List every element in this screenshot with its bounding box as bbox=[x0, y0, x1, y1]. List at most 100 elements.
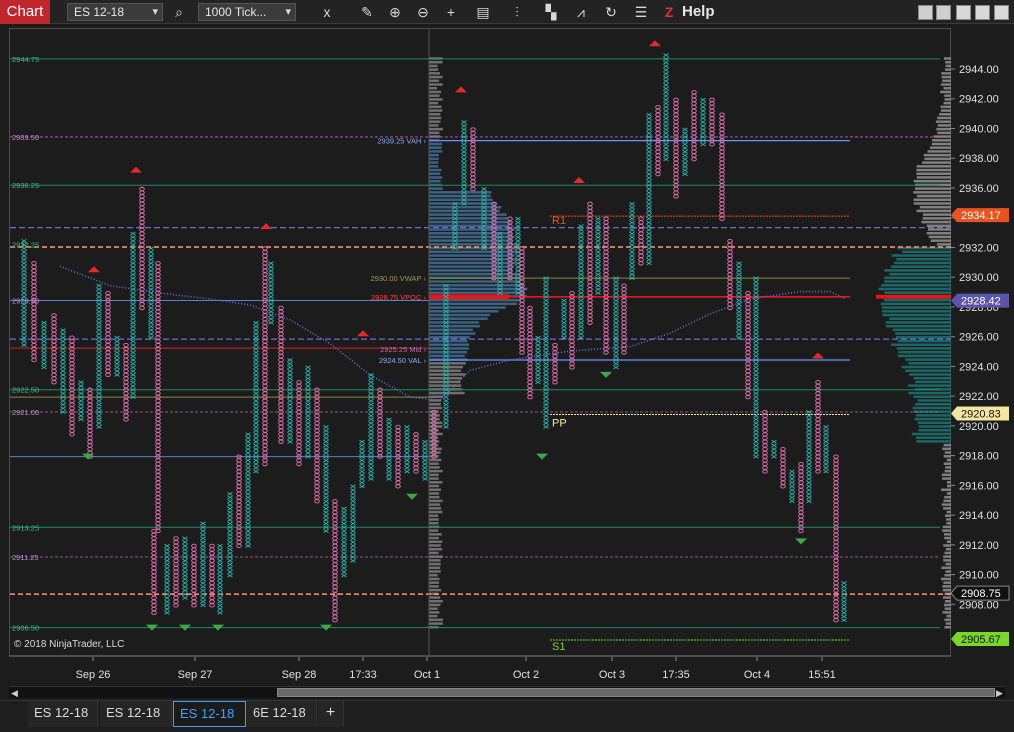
pf-x-mark bbox=[630, 269, 635, 272]
volume-bar bbox=[912, 433, 951, 436]
pf-x-mark bbox=[423, 470, 428, 473]
pf-x-mark bbox=[842, 619, 847, 622]
price-axis[interactable]: 2944.002942.002940.002938.002936.002934.… bbox=[951, 28, 1014, 656]
pf-x-mark bbox=[201, 548, 206, 551]
pf-x-mark bbox=[201, 559, 206, 562]
pf-o-mark bbox=[604, 329, 609, 332]
properties-icon[interactable]: x bbox=[316, 2, 338, 22]
pf-x-mark bbox=[97, 325, 102, 328]
instrument-selector[interactable]: ES 12-18 ▾ bbox=[67, 3, 163, 21]
maximize-icon[interactable] bbox=[975, 5, 990, 20]
tab-6e-12-18[interactable]: 6E 12-18 bbox=[247, 701, 317, 727]
volume-bar bbox=[429, 210, 500, 213]
pf-x-mark bbox=[149, 321, 154, 324]
scroll-thumb[interactable] bbox=[277, 688, 995, 697]
pf-x-mark bbox=[664, 83, 669, 86]
help-menu[interactable]: Help bbox=[682, 3, 715, 20]
pf-o-mark bbox=[588, 317, 593, 320]
pf-o-mark bbox=[720, 198, 725, 201]
pf-o-mark bbox=[124, 351, 129, 354]
scroll-left-icon[interactable]: ◀ bbox=[11, 688, 18, 699]
volume-bar bbox=[882, 314, 951, 317]
pf-x-mark bbox=[165, 596, 170, 599]
minimize-icon[interactable] bbox=[956, 5, 971, 20]
pf-o-mark bbox=[728, 239, 733, 242]
scroll-right-icon[interactable]: ▶ bbox=[996, 688, 1003, 699]
pf-o-mark bbox=[378, 444, 383, 447]
search-icon[interactable]: ⌕ bbox=[168, 2, 190, 22]
pf-x-mark bbox=[61, 384, 66, 387]
crosshair-icon[interactable]: + bbox=[440, 2, 462, 22]
horizontal-scrollbar[interactable]: ◀ ▶ bbox=[9, 686, 1005, 698]
pf-o-mark bbox=[520, 258, 525, 261]
pf-x-mark bbox=[288, 370, 293, 373]
pf-o-mark bbox=[32, 340, 37, 343]
pf-x-mark bbox=[807, 477, 812, 480]
pf-o-mark bbox=[816, 421, 821, 424]
pf-x-mark bbox=[131, 232, 136, 235]
indicators-icon[interactable]: ☰ bbox=[630, 2, 652, 22]
pf-o-mark bbox=[528, 332, 533, 335]
refresh-icon[interactable]: ↻ bbox=[600, 2, 622, 22]
pf-o-mark bbox=[156, 366, 161, 369]
pf-x-mark bbox=[165, 581, 170, 584]
zoom-out-icon[interactable]: ⊖ bbox=[412, 2, 434, 22]
zoom-in-icon[interactable]: ⊕ bbox=[384, 2, 406, 22]
pf-x-mark bbox=[342, 529, 347, 532]
data-box-icon[interactable]: ▤ bbox=[472, 2, 494, 22]
pf-o-mark bbox=[674, 165, 679, 168]
pf-o-mark bbox=[834, 455, 839, 458]
bar-type-icon[interactable]: ⫶ bbox=[506, 2, 528, 22]
pf-x-mark bbox=[579, 314, 584, 317]
pf-o-mark bbox=[156, 436, 161, 439]
z-order-icon[interactable]: Z bbox=[658, 2, 680, 22]
add-tab-button[interactable]: + bbox=[318, 701, 344, 727]
pencil-icon[interactable]: ✎ bbox=[356, 2, 378, 22]
pf-x-mark bbox=[201, 574, 206, 577]
drawing-tools-icon[interactable]: ⩘ bbox=[570, 2, 592, 22]
close-icon[interactable] bbox=[994, 5, 1009, 20]
pf-x-mark bbox=[288, 414, 293, 417]
pf-x-mark bbox=[218, 581, 223, 584]
pf-x-mark bbox=[165, 578, 170, 581]
pf-x-mark bbox=[115, 358, 120, 361]
pf-x-mark bbox=[97, 384, 102, 387]
pf-x-mark bbox=[306, 448, 311, 451]
window-tile-icon[interactable] bbox=[936, 5, 951, 20]
pf-x-mark bbox=[149, 303, 154, 306]
pf-x-mark bbox=[183, 563, 188, 566]
pf-o-mark bbox=[174, 589, 179, 592]
tab-es-12-18-1[interactable]: ES 12-18 bbox=[28, 701, 98, 727]
pf-o-mark bbox=[692, 98, 697, 101]
pf-o-mark bbox=[315, 418, 320, 421]
pf-x-mark bbox=[630, 258, 635, 261]
point-and-figure-chart[interactable]: 2944.752939.502936.252932.252928.502922.… bbox=[10, 29, 952, 657]
pf-x-mark bbox=[269, 295, 274, 298]
pf-o-column bbox=[781, 447, 786, 488]
window-tile-icon[interactable] bbox=[918, 5, 933, 20]
pf-o-mark bbox=[106, 358, 111, 361]
pf-o-mark bbox=[604, 340, 609, 343]
pf-o-mark bbox=[70, 381, 75, 384]
pf-o-mark bbox=[656, 120, 661, 123]
chart-panel[interactable]: 2944.75 2939.50 2936.25 2932.25 2928.50 2922.… bbox=[9, 28, 951, 656]
interval-selector[interactable]: 1000 Tick... ▾ bbox=[198, 3, 296, 21]
pf-x-mark bbox=[737, 299, 742, 302]
tab-es-12-18-2[interactable]: ES 12-18 bbox=[100, 701, 172, 727]
pf-o-mark bbox=[315, 496, 320, 499]
pf-o-mark bbox=[156, 403, 161, 406]
pf-o-mark bbox=[124, 418, 129, 421]
time-axis[interactable]: Sep 26 Sep 27 Sep 28 17:33 Oct 1 Oct 2 Oct 3 17… bbox=[9, 656, 951, 686]
pf-x-mark bbox=[254, 470, 259, 473]
tab-es-12-18-3[interactable]: ES 12-18 bbox=[173, 701, 246, 727]
pf-x-mark bbox=[596, 251, 601, 254]
pf-o-mark bbox=[570, 306, 575, 309]
volume-bar bbox=[429, 418, 440, 421]
pf-x-mark bbox=[218, 600, 223, 603]
chart-style-icon[interactable]: ▚ bbox=[540, 2, 562, 22]
pf-x-mark bbox=[306, 377, 311, 380]
pf-o-mark bbox=[834, 466, 839, 469]
pf-o-mark bbox=[192, 581, 197, 584]
pf-o-mark bbox=[834, 529, 839, 532]
pf-o-mark bbox=[728, 288, 733, 291]
